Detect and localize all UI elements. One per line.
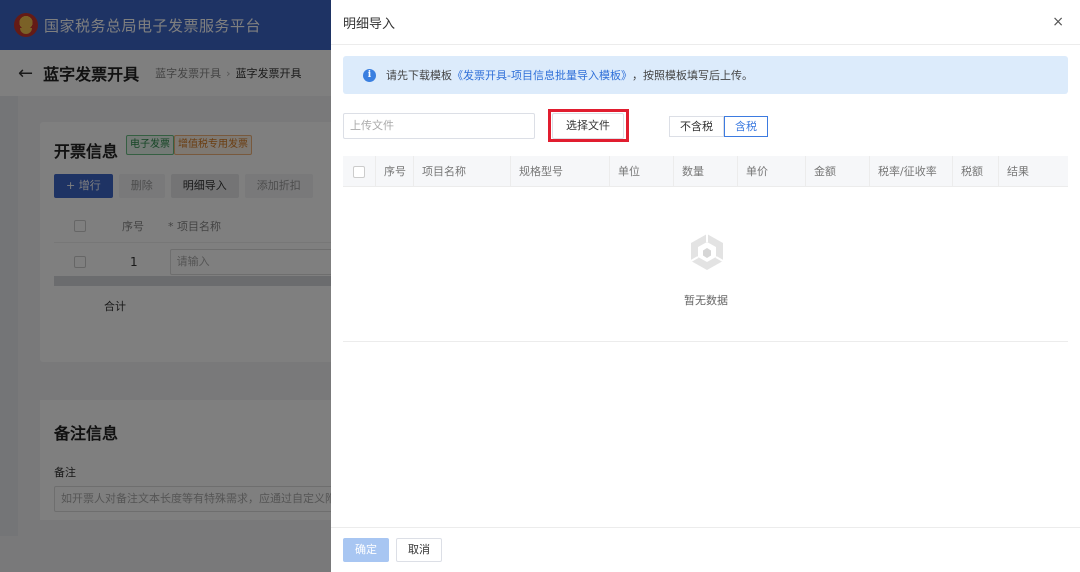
page-root: 国家税务总局电子发票服务平台 ← 蓝字发票开具 蓝字发票开具›蓝字发票开具 开票…: [0, 0, 1080, 572]
template-download-link[interactable]: 《发票开具-项目信息批量导入模板》: [452, 67, 632, 83]
col-quantity: 数量: [674, 155, 738, 187]
template-info-alert: i 请先下载模板 《发票开具-项目信息批量导入模板》 ，按照模板填写后上传。: [343, 56, 1068, 94]
col-amount: 金额: [806, 155, 870, 187]
col-result: 结果: [1007, 164, 1029, 178]
col-item-name: 项目名称: [414, 155, 511, 187]
info-suffix: ，按照模板填写后上传。: [631, 69, 753, 82]
col-tax: 税额: [953, 155, 999, 187]
col-index: 序号: [376, 155, 414, 187]
tax-inclusive-option[interactable]: 含税: [724, 116, 768, 137]
drawer-title: 明细导入: [343, 16, 396, 32]
drawer-header: 明细导入: [331, 0, 1080, 45]
detail-import-drawer: 明细导入 × i 请先下载模板 《发票开具-项目信息批量导入模板》 ，按照模板填…: [331, 0, 1080, 572]
tax-mode-toggle: 不含税 含税: [669, 116, 768, 137]
import-table-header: 序号 项目名称 规格型号 单位 数量 单价 金额 税率/征收率 税额 结果: [343, 155, 1068, 187]
close-icon[interactable]: ×: [1052, 14, 1064, 30]
info-prefix: 请先下载模板: [386, 69, 452, 82]
tax-exclusive-option[interactable]: 不含税: [669, 116, 724, 137]
select-file-button[interactable]: 选择文件: [552, 113, 624, 139]
col-unit-price: 单价: [738, 155, 806, 187]
col-unit: 单位: [610, 155, 674, 187]
drawer-footer: 确定 取消: [331, 527, 1080, 572]
table-bottom-divider: [343, 341, 1068, 342]
empty-box-icon: [690, 234, 724, 270]
info-icon: i: [363, 68, 376, 82]
col-tax-rate: 税率/征收率: [870, 155, 953, 187]
col-spec: 规格型号: [511, 155, 610, 187]
upload-file-input[interactable]: 上传文件: [343, 113, 535, 139]
empty-state-text: 暂无数据: [684, 294, 728, 307]
select-all-checkbox[interactable]: [353, 165, 365, 178]
confirm-button[interactable]: 确定: [343, 538, 389, 562]
cancel-button[interactable]: 取消: [396, 538, 442, 562]
header-checkbox-cell: [343, 155, 376, 187]
